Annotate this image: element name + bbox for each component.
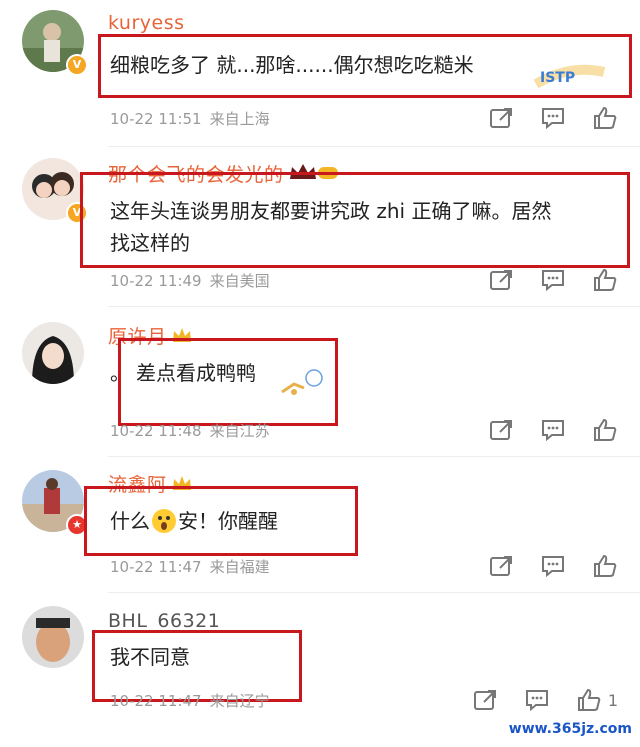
location: 来自江苏 [209,422,270,440]
location: 来自福建 [209,558,270,576]
sticker: ISTP [530,58,610,92]
comment-actions [488,418,618,442]
timestamp: 10-22 11:49 [110,272,202,290]
share-icon[interactable] [488,268,514,292]
vip-crown-icon [171,325,193,350]
comment-meta: 10-22 11:47 来自福建 [110,556,278,577]
comment-text-prefix: 。 [110,361,130,385]
like-icon[interactable] [592,554,618,578]
location: 来自辽宁 [209,692,270,710]
comment-icon[interactable] [540,418,566,442]
username[interactable]: 那个会飞的会发光的 [108,160,340,188]
comment-actions [488,554,618,578]
username-text: 原许月 [108,326,167,348]
comment-text-body: 差点看成鸭鸭 [136,361,256,385]
username[interactable]: 流鑫阿 [108,470,193,498]
verified-badge-icon: V [66,202,88,224]
divider [108,456,640,457]
location: 来自上海 [209,110,270,128]
username-text: 流鑫阿 [108,474,167,496]
username-text: 那个会飞的会发光的 [108,164,284,186]
comment-icon[interactable] [540,554,566,578]
share-icon[interactable] [488,418,514,442]
share-icon[interactable] [472,688,498,712]
divider [108,306,640,307]
sticker [274,366,330,400]
comment-text: 。差点看成鸭鸭 [110,356,256,390]
vip-crown-icon [288,161,340,188]
like-button[interactable]: 1 [576,688,618,712]
avatar[interactable] [22,322,84,384]
share-icon[interactable] [488,554,514,578]
comment-text-after: 安！你醒醒 [178,509,278,533]
comment-icon[interactable] [540,106,566,130]
divider [108,592,640,593]
comment-text-line2: 找这样的 [110,231,190,255]
comment-meta: 10-22 11:48 来自江苏 [110,420,278,441]
comment-actions: 1 [472,688,618,712]
comment-text-before: 什么 [110,509,150,533]
comment-icon[interactable] [524,688,550,712]
comment-meta: 10-22 11:47 来自辽宁 [110,690,278,711]
comment-text: 我不同意 [110,645,190,669]
username[interactable]: kuryess [108,12,185,34]
comment-text: 细粮吃多了 就...那啥......偶尔想吃吃糙米 [110,53,474,77]
like-icon[interactable] [592,106,618,130]
timestamp: 10-22 11:51 [110,110,202,128]
timestamp: 10-22 11:48 [110,422,202,440]
comment-actions [488,106,618,130]
comment-text-line1: 这年头连谈男朋友都要讲究政 zhi 正确了嘛。居然 [110,199,552,223]
comment-icon[interactable] [540,268,566,292]
like-count: 1 [607,690,618,710]
timestamp: 10-22 11:47 [110,692,202,710]
location: 来自美国 [209,272,270,290]
surprised-emoji-icon [152,509,176,533]
share-icon[interactable] [488,106,514,130]
username[interactable]: BHL_66321 [108,610,220,632]
divider [108,146,640,147]
comment-meta: 10-22 11:49 来自美国 [110,270,278,291]
vip-crown-icon [171,473,193,498]
comment-meta: 10-22 11:51 来自上海 [110,108,278,129]
watermark: www.365jz.com [508,721,632,737]
verified-badge-icon: ★ [66,514,88,536]
comment-text: 什么 安！你醒醒 [110,504,278,538]
comment-actions [488,268,618,292]
like-icon[interactable] [592,268,618,292]
avatar[interactable] [22,606,84,668]
username[interactable]: 原许月 [108,322,193,350]
sticker-text: ISTP [540,70,575,86]
like-icon[interactable] [576,688,602,712]
timestamp: 10-22 11:47 [110,558,202,576]
like-icon[interactable] [592,418,618,442]
verified-badge-icon: V [66,54,88,76]
